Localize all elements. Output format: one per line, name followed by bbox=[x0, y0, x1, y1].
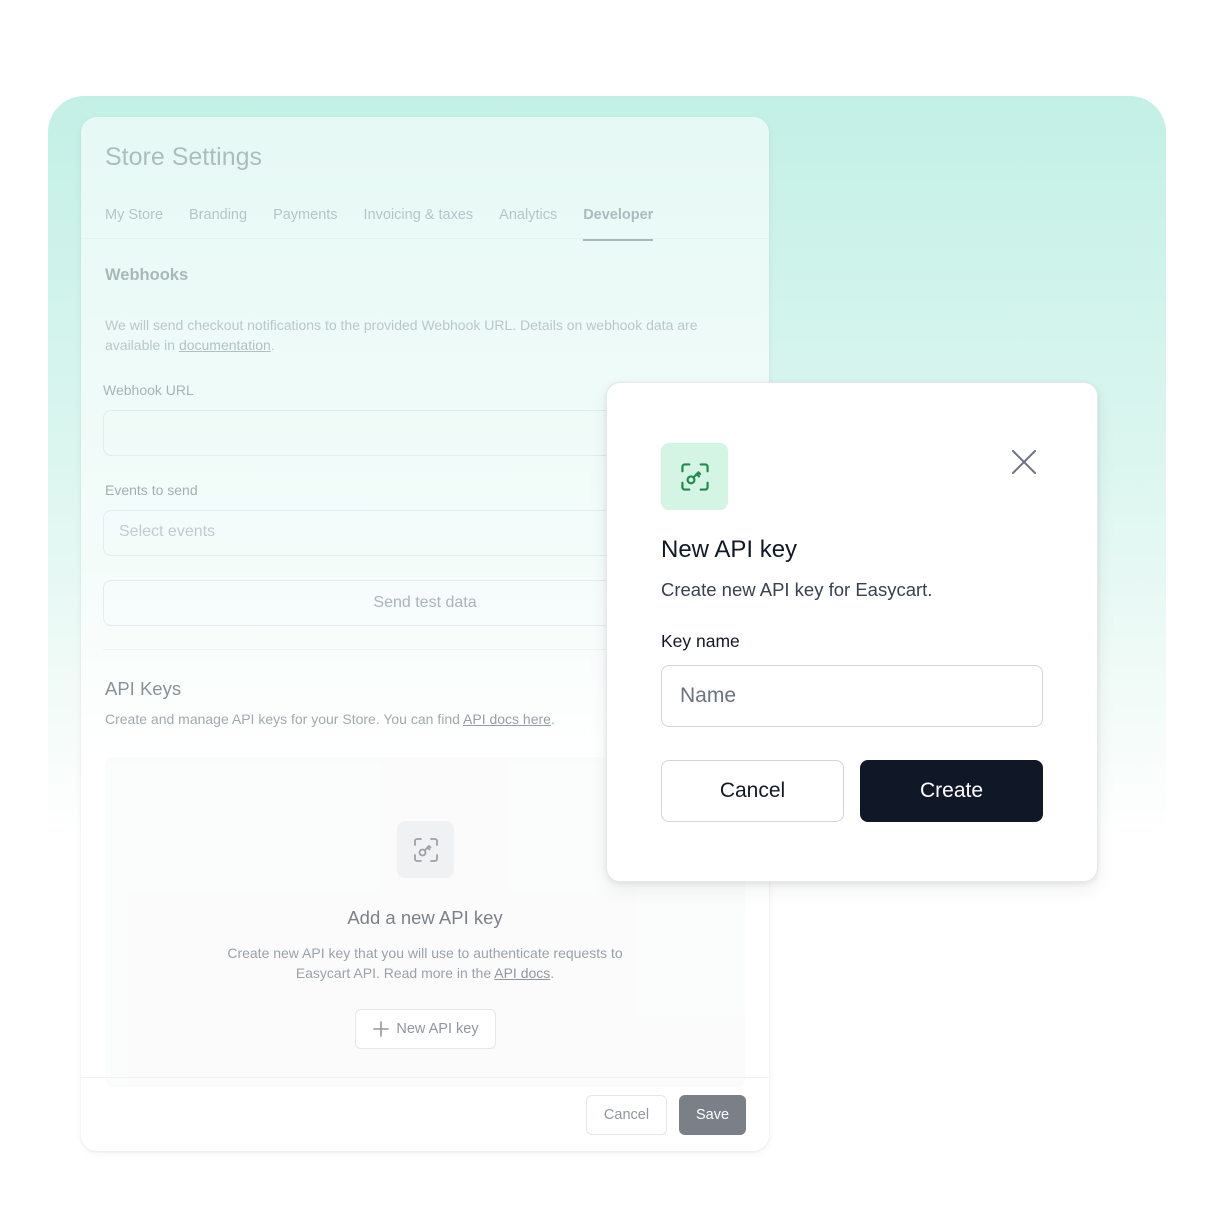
key-name-input[interactable] bbox=[661, 665, 1043, 727]
webhooks-description: We will send checkout notifications to t… bbox=[105, 315, 745, 355]
dialog-title: New API key bbox=[661, 536, 798, 563]
empty-state-description: Create new API key that you will use to … bbox=[205, 943, 645, 983]
events-label: Events to send bbox=[105, 482, 198, 498]
tab-payments[interactable]: Payments bbox=[273, 207, 337, 241]
webhooks-description-end: . bbox=[270, 337, 275, 353]
tabs-divider bbox=[81, 238, 769, 239]
dialog-cancel-button[interactable]: Cancel bbox=[661, 760, 844, 822]
key-name-label: Key name bbox=[661, 631, 740, 651]
api-keys-description-end: . bbox=[550, 711, 555, 727]
dialog-create-button[interactable]: Create bbox=[860, 760, 1043, 822]
empty-state-description-end: . bbox=[550, 965, 555, 981]
tab-invoicing-taxes[interactable]: Invoicing & taxes bbox=[364, 207, 474, 241]
documentation-link[interactable]: documentation bbox=[179, 337, 271, 353]
webhooks-heading: Webhooks bbox=[105, 266, 189, 284]
api-docs-here-link[interactable]: API docs here bbox=[463, 711, 551, 727]
footer-cancel-button[interactable]: Cancel bbox=[586, 1095, 667, 1135]
page-title: Store Settings bbox=[105, 143, 263, 171]
new-api-key-dialog: New API key Create new API key for Easyc… bbox=[606, 382, 1098, 882]
key-scan-icon bbox=[397, 821, 454, 878]
new-api-key-label: New API key bbox=[396, 1021, 479, 1037]
tab-branding[interactable]: Branding bbox=[189, 207, 247, 241]
footer-save-button[interactable]: Save bbox=[679, 1095, 746, 1135]
settings-tabs: My Store Branding Payments Invoicing & t… bbox=[105, 207, 679, 241]
api-keys-description-text: Create and manage API keys for your Stor… bbox=[105, 711, 464, 727]
close-icon[interactable] bbox=[1009, 447, 1039, 477]
webhook-url-label: Webhook URL bbox=[103, 382, 194, 398]
new-api-key-button[interactable]: New API key bbox=[355, 1009, 496, 1049]
api-docs-link[interactable]: API docs bbox=[494, 965, 550, 981]
empty-state-title: Add a new API key bbox=[347, 907, 503, 928]
api-keys-heading: API Keys bbox=[105, 678, 182, 699]
empty-state-description-text: Create new API key that you will use to … bbox=[227, 945, 623, 981]
footer-divider bbox=[81, 1077, 769, 1078]
tab-analytics[interactable]: Analytics bbox=[499, 207, 557, 241]
tab-my-store[interactable]: My Store bbox=[105, 207, 163, 241]
tab-developer[interactable]: Developer bbox=[583, 207, 654, 241]
key-scan-icon bbox=[661, 443, 728, 510]
dialog-subtitle: Create new API key for Easycart. bbox=[661, 579, 933, 600]
plus-icon bbox=[373, 1021, 390, 1037]
